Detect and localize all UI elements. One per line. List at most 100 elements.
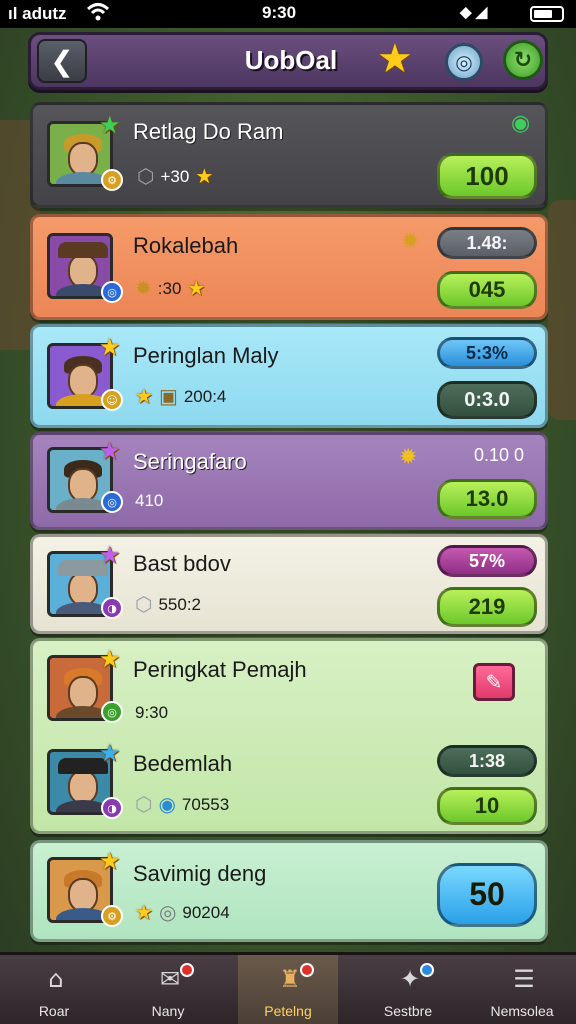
notification-dot [300, 963, 314, 977]
rate-pill: 57% [437, 545, 537, 577]
score-button[interactable]: 0:3.0 [437, 381, 537, 419]
score-button[interactable]: 100 [437, 153, 537, 199]
home-icon: ⌂ [48, 965, 64, 993]
player-stats: 9:30 [135, 703, 168, 723]
level-badge: ☺ [101, 389, 123, 411]
player-card[interactable]: ★ ◎ Peringkat Pemajh 9:30 ✎ ★ ◑ Bedemlah… [30, 638, 548, 834]
nav-item-ranking[interactable]: ♜ Petelng [238, 955, 338, 1024]
nav-label: Nany [151, 1003, 185, 1019]
level-badge: ◑ [101, 797, 123, 819]
player-stat-value: :30 [157, 279, 182, 298]
notification-dot [420, 963, 434, 977]
player-name: Retlag Do Ram [133, 119, 284, 144]
search-button[interactable]: ◎ [445, 43, 483, 81]
clock: 9:30 [262, 3, 297, 22]
player-stat-value: 90204 [182, 903, 230, 922]
ticket-button[interactable]: ✎ [473, 663, 515, 701]
rate-pill: 1.48: [437, 227, 537, 259]
rate-label: 0.10 0 [473, 445, 525, 465]
player-stats: ⬡ +30 ★ [137, 167, 213, 187]
crest-icon: ✹ [135, 278, 152, 300]
coin-icon: ◎ [158, 902, 177, 924]
player-card[interactable]: ★ ◎ Seringafaro 410 ✹ 0.10 0 13.0 [30, 432, 548, 530]
gem-icon: ⬡ [135, 594, 153, 616]
player-stat-value: 9:30 [135, 703, 169, 722]
player-stat-value: 70553 [181, 795, 230, 814]
ticket-icon: ▣ [158, 386, 178, 408]
rank-star-badge: ★ [99, 541, 121, 569]
wifi-icon [86, 2, 110, 27]
star-icon[interactable]: ★ [377, 39, 413, 79]
rank-star-badge: ★ [99, 111, 121, 139]
page-title: UobOal [244, 45, 338, 75]
crest-icon: ✹ [401, 229, 420, 254]
score-button[interactable]: 10 [437, 787, 537, 825]
nav-item-home[interactable]: ⌂ Roar [4, 955, 104, 1024]
menu-icon: ☰ [513, 965, 535, 993]
nav-label: Roar [38, 1003, 70, 1019]
crest-icon: ✹ [399, 445, 418, 470]
level-badge: ◑ [101, 597, 123, 619]
gem-icon: ⬡ [137, 166, 155, 188]
star-icon: ★ [195, 166, 214, 188]
player-card[interactable]: ★ ⚙ Savimig deng ★ ◎ 90204 50 [30, 840, 548, 942]
status-bar: ıl adutz 9:30 ◆ ◢ [0, 0, 576, 28]
refresh-button[interactable]: ↻ [503, 40, 543, 80]
player-name: Savimig deng [133, 861, 267, 886]
nav-item-store[interactable]: ✦ Sestbre [358, 955, 458, 1024]
player-name: Peringkat Pemajh [133, 657, 307, 682]
player-stats: ⬡ ◉ 70553 [135, 795, 229, 815]
level-badge: ◎ [101, 701, 123, 723]
player-stats: ★ ▣ 200:4 [135, 387, 226, 407]
player-name: Seringafaro [133, 449, 247, 474]
header-bar: ❮ UobOal ★ ◎ ↻ [28, 32, 548, 90]
nav-item-chat[interactable]: ✉ Nany [118, 955, 218, 1024]
chevron-left-icon: ❮ [50, 44, 74, 78]
rank-star-badge: ★ [99, 739, 121, 767]
player-stat-value: 200:4 [183, 387, 227, 406]
carrier-label: ıl adutz [8, 4, 67, 23]
level-badge: ◎ [101, 491, 123, 513]
battery-icon [530, 6, 564, 22]
rank-star-badge: ★ [99, 333, 121, 361]
score-button[interactable]: 13.0 [437, 479, 537, 519]
level-badge: ◎ [101, 281, 123, 303]
coin-icon: ◉ [158, 794, 176, 816]
player-stat-value: 550:2 [158, 595, 202, 614]
star-icon: ★ [135, 902, 153, 924]
rate-pill: 1:38 [437, 745, 537, 777]
player-name: Rokalebah [133, 233, 239, 258]
player-card[interactable]: ◎ Rokalebah ✹ :30 ★ ✹ 1.48: 045 [30, 214, 548, 320]
player-stats: ⬡ 550:2 [135, 595, 201, 615]
level-badge: ⚙ [101, 905, 123, 927]
bottom-navigation: ⌂ Roar ✉ Nany ♜ Petelng ✦ Sestbre ☰ Nems… [0, 952, 576, 1024]
player-stat-value: +30 [160, 167, 190, 186]
refresh-icon: ↻ [513, 47, 533, 73]
player-stat-value: 410 [135, 491, 164, 510]
nav-label: Petelng [264, 1003, 312, 1019]
player-card[interactable]: ★ ☺ Peringlan Maly ★ ▣ 200:4 5:3% 0:3.0 [30, 324, 548, 428]
nav-label: Nemsolea [490, 1003, 554, 1019]
score-button[interactable]: 50 [437, 863, 537, 927]
rate-pill: 5:3% [437, 337, 537, 369]
rank-star-badge: ★ [99, 847, 121, 875]
notification-dot [180, 963, 194, 977]
signal-icon: ◆ ◢ [460, 4, 488, 21]
player-name: Bast bdov [133, 551, 231, 576]
player-stats: ★ ◎ 90204 [135, 903, 230, 923]
star-icon: ★ [135, 386, 153, 408]
player-stats: ✹ :30 ★ [135, 279, 205, 299]
nav-item-menu[interactable]: ☰ Nemsolea [472, 955, 572, 1024]
star-icon: ★ [187, 278, 206, 300]
player-name: Bedemlah [133, 751, 233, 776]
player-card[interactable]: ★ ⚙ Retlag Do Ram ⬡ +30 ★ ◉ 100 [30, 102, 548, 208]
player-card[interactable]: ★ ◑ Bast bdov ⬡ 550:2 57% 219 [30, 534, 548, 634]
back-button[interactable]: ❮ [37, 39, 87, 83]
score-button[interactable]: 219 [437, 587, 537, 627]
player-name: Peringlan Maly [133, 343, 279, 368]
ticket-icon: ✎ [485, 670, 503, 694]
score-button[interactable]: 045 [437, 271, 537, 309]
rank-star-badge: ★ [99, 645, 121, 673]
search-icon: ◎ [455, 50, 473, 74]
swirl-icon: ◉ [511, 111, 531, 136]
